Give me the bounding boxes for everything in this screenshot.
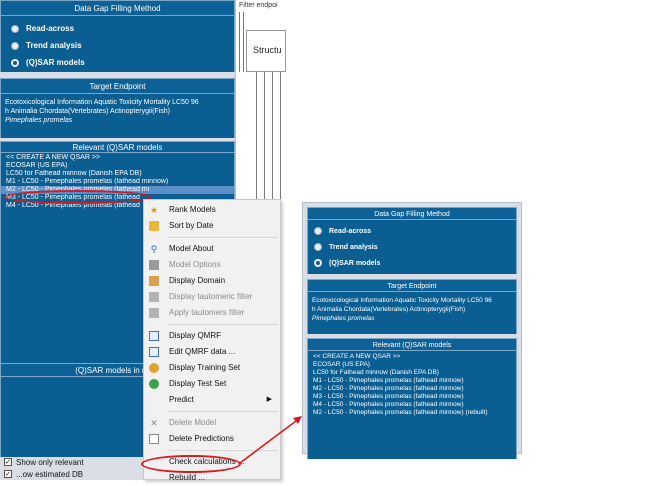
arrow-line	[239, 417, 301, 464]
annotation-arrow	[239, 416, 302, 464]
